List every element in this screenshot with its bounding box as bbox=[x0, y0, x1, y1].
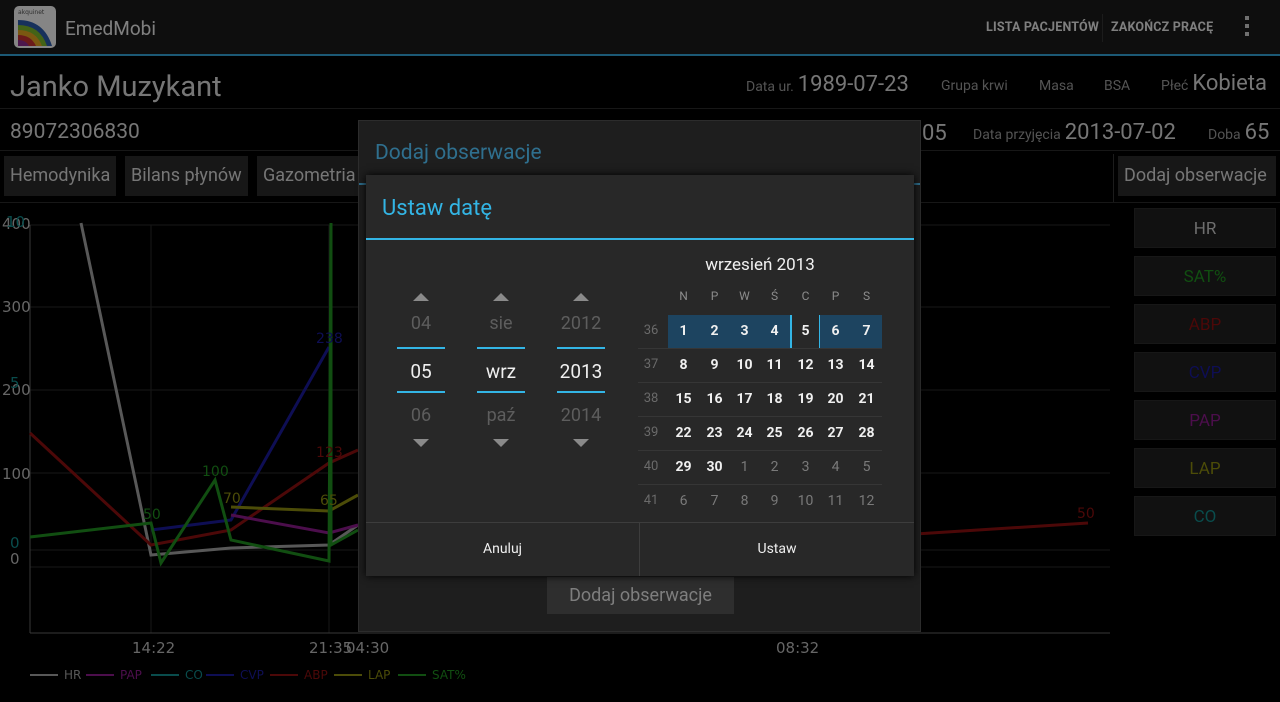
weekday-header: Ś bbox=[770, 289, 779, 303]
spinner-next-value[interactable]: 2014 bbox=[557, 393, 605, 439]
spinner-prev-value[interactable]: 04 bbox=[397, 301, 445, 347]
calendar-day[interactable]: 2 bbox=[759, 451, 790, 484]
cancel-button[interactable]: Anuluj bbox=[366, 523, 639, 576]
dialog-title: Dodaj obserwacje bbox=[375, 141, 542, 165]
spinner-next-value[interactable]: paź bbox=[477, 393, 525, 439]
calendar-day[interactable]: 2 bbox=[699, 315, 730, 348]
calendar-day[interactable]: 1 bbox=[729, 451, 760, 484]
calendar-day[interactable]: 4 bbox=[820, 451, 851, 484]
calendar-day[interactable]: 16 bbox=[699, 383, 730, 416]
calendar-day[interactable]: 4 bbox=[759, 315, 790, 348]
decrement-arrow-icon[interactable] bbox=[493, 439, 509, 447]
spinner-next-value[interactable]: 06 bbox=[397, 393, 445, 439]
calendar-day[interactable]: 3 bbox=[729, 315, 760, 348]
spinner-current-value[interactable]: 05 bbox=[397, 347, 445, 393]
calendar-day[interactable]: 7 bbox=[851, 315, 882, 348]
dialog-title: Ustaw datę bbox=[382, 196, 493, 221]
increment-arrow-icon[interactable] bbox=[493, 293, 509, 301]
calendar-day[interactable]: 15 bbox=[668, 383, 699, 416]
calendar-day[interactable]: 21 bbox=[851, 383, 882, 416]
calendar-day[interactable]: 27 bbox=[820, 417, 851, 450]
calendar-day[interactable]: 6 bbox=[668, 485, 699, 518]
spinner-current-value[interactable]: 2013 bbox=[557, 347, 605, 393]
set-date-button[interactable]: Ustaw bbox=[640, 523, 914, 576]
calendar-day[interactable]: 24 bbox=[729, 417, 760, 450]
calendar-day[interactable]: 6 bbox=[820, 315, 851, 348]
weekday-header: P bbox=[710, 289, 719, 303]
calendar-day[interactable]: 9 bbox=[759, 485, 790, 518]
calendar-day[interactable]: 10 bbox=[729, 349, 760, 382]
calendar-day[interactable]: 14 bbox=[851, 349, 882, 382]
spinner-prev-value[interactable]: 2012 bbox=[557, 301, 605, 347]
week-number: 38 bbox=[643, 391, 659, 406]
calendar-day[interactable]: 13 bbox=[820, 349, 851, 382]
spinner-prev-value[interactable]: sie bbox=[477, 301, 525, 347]
calendar-day[interactable]: 22 bbox=[668, 417, 699, 450]
calendar-day[interactable]: 5 bbox=[790, 315, 821, 348]
weekday-header: W bbox=[739, 289, 750, 303]
dialog-add-observation-button[interactable]: Dodaj obserwacje bbox=[547, 577, 734, 614]
date-picker-dialog: Ustaw datę 04 05 06 sie wrz paź 2012 201… bbox=[366, 175, 914, 576]
increment-arrow-icon[interactable] bbox=[413, 293, 429, 301]
calendar-day[interactable]: 11 bbox=[820, 485, 851, 518]
calendar-day[interactable]: 25 bbox=[759, 417, 790, 450]
month-spinner[interactable]: sie wrz paź bbox=[477, 293, 525, 447]
calendar-day[interactable]: 7 bbox=[699, 485, 730, 518]
week-number: 39 bbox=[643, 425, 659, 440]
calendar-day[interactable]: 1 bbox=[668, 315, 699, 348]
calendar-day[interactable]: 11 bbox=[759, 349, 790, 382]
weekday-header: N bbox=[679, 289, 688, 303]
calendar-day[interactable]: 17 bbox=[729, 383, 760, 416]
calendar-day[interactable]: 9 bbox=[699, 349, 730, 382]
calendar-month-title: wrzesień 2013 bbox=[705, 255, 815, 275]
year-spinner[interactable]: 2012 2013 2014 bbox=[557, 293, 605, 447]
calendar-day[interactable]: 18 bbox=[759, 383, 790, 416]
week-number: 41 bbox=[643, 493, 659, 508]
day-spinner[interactable]: 04 05 06 bbox=[397, 293, 445, 447]
weekday-header: P bbox=[831, 289, 840, 303]
calendar-day[interactable]: 3 bbox=[790, 451, 821, 484]
calendar-day[interactable]: 29 bbox=[668, 451, 699, 484]
calendar-day[interactable]: 20 bbox=[820, 383, 851, 416]
weekday-header: C bbox=[801, 289, 810, 303]
calendar-day[interactable]: 28 bbox=[851, 417, 882, 450]
calendar-day[interactable]: 12 bbox=[790, 349, 821, 382]
increment-arrow-icon[interactable] bbox=[573, 293, 589, 301]
decrement-arrow-icon[interactable] bbox=[413, 439, 429, 447]
weekday-header: S bbox=[862, 289, 871, 303]
calendar-day[interactable]: 19 bbox=[790, 383, 821, 416]
decrement-arrow-icon[interactable] bbox=[573, 439, 589, 447]
divider bbox=[366, 238, 914, 240]
week-number: 40 bbox=[643, 459, 659, 474]
calendar-day[interactable]: 8 bbox=[729, 485, 760, 518]
calendar-day[interactable]: 10 bbox=[790, 485, 821, 518]
calendar-day[interactable]: 26 bbox=[790, 417, 821, 450]
calendar-day[interactable]: 8 bbox=[668, 349, 699, 382]
spinner-current-value[interactable]: wrz bbox=[477, 347, 525, 393]
calendar-day[interactable]: 23 bbox=[699, 417, 730, 450]
calendar-day[interactable]: 12 bbox=[851, 485, 882, 518]
calendar-day[interactable]: 30 bbox=[699, 451, 730, 484]
week-number: 37 bbox=[643, 357, 659, 372]
calendar-day[interactable]: 5 bbox=[851, 451, 882, 484]
week-number: 36 bbox=[643, 323, 659, 338]
